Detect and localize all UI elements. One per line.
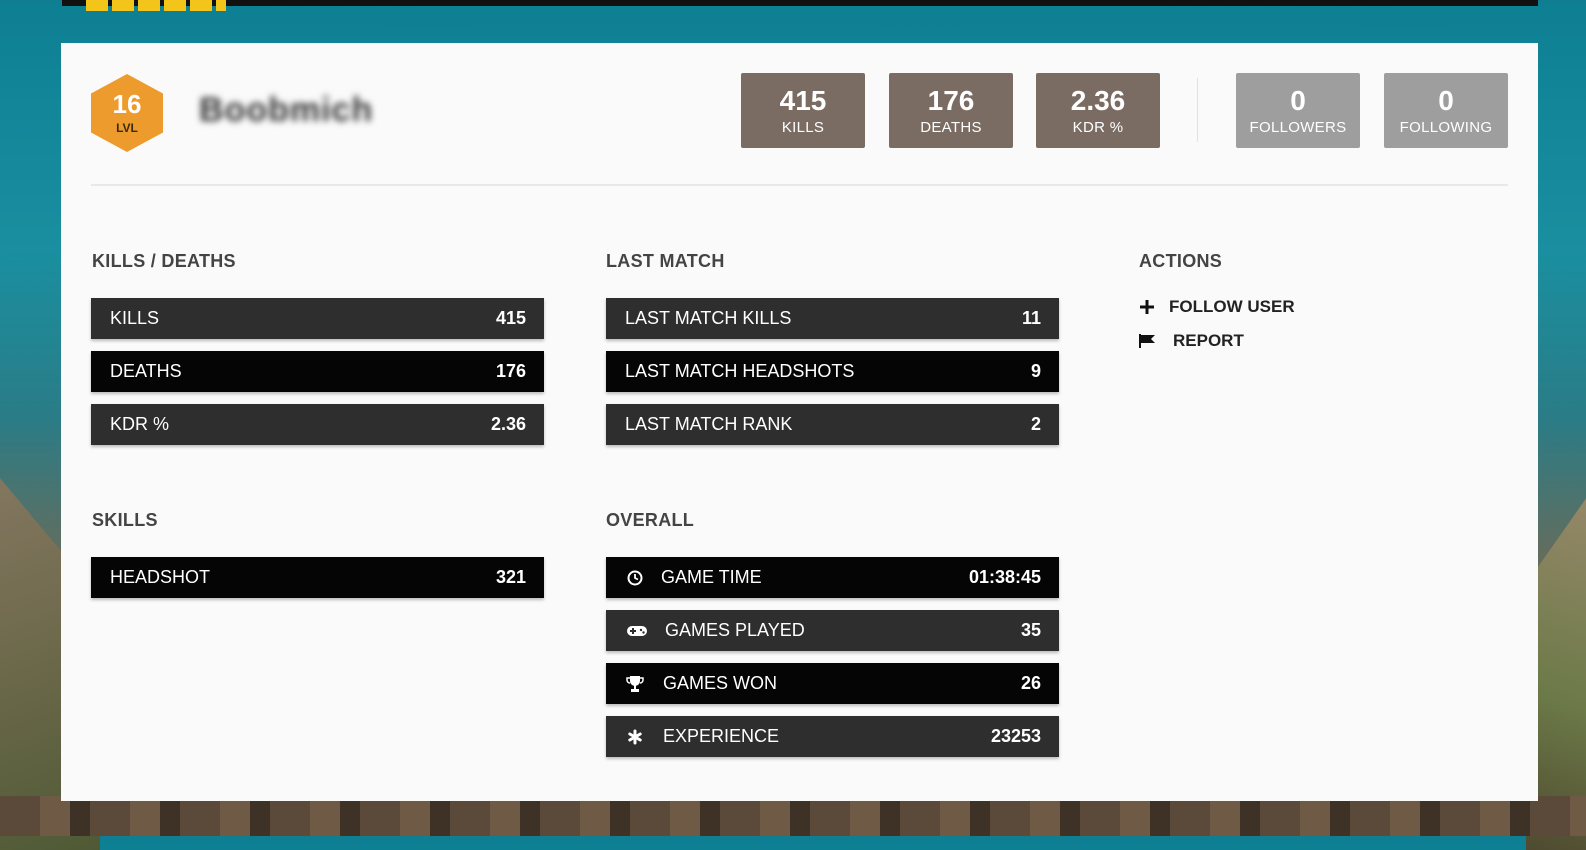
plus-icon (1139, 300, 1155, 314)
stat-row-deaths: DEATHS 176 (91, 351, 544, 392)
row-value: 2.36 (490, 414, 526, 434)
stat-followers[interactable]: 0 FOLLOWERS (1236, 73, 1360, 148)
row-value: 415 (495, 308, 526, 328)
asterisk-icon (625, 727, 645, 747)
row-label: GAMES PLAYED (665, 620, 805, 640)
row-value: 35 (1020, 620, 1041, 640)
background-ground (0, 796, 1586, 836)
stat-following[interactable]: 0 FOLLOWING (1384, 73, 1508, 148)
stat-label: DEATHS (920, 119, 982, 136)
site-logo[interactable] (86, 0, 226, 11)
row-value: 2 (1030, 414, 1041, 434)
follow-user-label: FOLLOW USER (1169, 297, 1295, 316)
stat-row-kills: KILLS 415 (91, 298, 544, 339)
gamepad-icon (625, 621, 649, 641)
top-bar (62, 0, 1538, 6)
row-value: 01:38:45 (968, 567, 1041, 587)
row-value: 176 (495, 361, 526, 381)
row-value: 11 (1021, 308, 1041, 328)
trophy-icon (625, 674, 645, 694)
row-value: 321 (495, 567, 526, 587)
stat-label: FOLLOWERS (1249, 119, 1347, 136)
row-label: EXPERIENCE (663, 726, 780, 746)
stat-label: KDR % (1072, 119, 1124, 136)
stat-row-last-match-rank: LAST MATCH RANK 2 (606, 404, 1059, 445)
stats-divider (1197, 78, 1198, 142)
stat-kdr: 2.36 KDR % (1036, 73, 1160, 148)
stat-row-game-time: GAME TIME 01:38:45 (606, 557, 1059, 598)
row-label: LAST MATCH RANK (625, 414, 793, 434)
stat-value: 0 (1290, 85, 1306, 116)
stat-label: FOLLOWING (1399, 119, 1493, 136)
stat-kills: 415 KILLS (741, 73, 865, 148)
flag-icon (1139, 334, 1155, 348)
row-value: 9 (1030, 361, 1041, 381)
row-label: HEADSHOT (110, 567, 211, 587)
row-value: 26 (1020, 673, 1041, 693)
row-label: KDR % (110, 414, 170, 434)
section-title-last-match: LAST MATCH (606, 251, 725, 271)
stat-label: KILLS (781, 119, 825, 136)
stat-row-last-match-headshots: LAST MATCH HEADSHOTS 9 (606, 351, 1059, 392)
row-label: LAST MATCH HEADSHOTS (625, 361, 855, 381)
stat-row-games-won: GAMES WON 26 (606, 663, 1059, 704)
stat-row-kdr: KDR % 2.36 (91, 404, 544, 445)
level-label: LVL (116, 121, 138, 135)
section-title-actions: ACTIONS (1139, 251, 1223, 271)
stat-deaths: 176 DEATHS (889, 73, 1013, 148)
stat-row-headshot: HEADSHOT 321 (91, 557, 544, 598)
level-number: 16 (112, 89, 142, 119)
stat-value: 2.36 (1070, 85, 1126, 116)
stat-row-games-played: GAMES PLAYED 35 (606, 610, 1059, 651)
report-button[interactable]: REPORT (1139, 331, 1244, 351)
stat-row-last-match-kills: LAST MATCH KILLS 11 (606, 298, 1059, 339)
section-title-skills: SKILLS (92, 510, 158, 530)
row-value: 23253 (990, 726, 1041, 746)
section-title-kills-deaths: KILLS / DEATHS (92, 251, 236, 271)
stat-value: 176 (927, 85, 975, 116)
stat-row-experience: EXPERIENCE 23253 (606, 716, 1059, 757)
row-label: KILLS (110, 308, 160, 328)
row-label: GAME TIME (661, 567, 762, 587)
stat-value: 0 (1438, 85, 1454, 116)
report-label: REPORT (1173, 331, 1244, 350)
follow-user-button[interactable]: FOLLOW USER (1139, 297, 1295, 317)
username: Boobmich (199, 91, 374, 129)
row-label: GAMES WON (663, 673, 778, 693)
stat-value: 415 (779, 85, 827, 116)
header-divider (91, 184, 1508, 186)
row-label: DEATHS (110, 361, 182, 381)
row-label: LAST MATCH KILLS (625, 308, 792, 328)
clock-icon (625, 568, 645, 588)
section-title-overall: OVERALL (606, 510, 695, 530)
